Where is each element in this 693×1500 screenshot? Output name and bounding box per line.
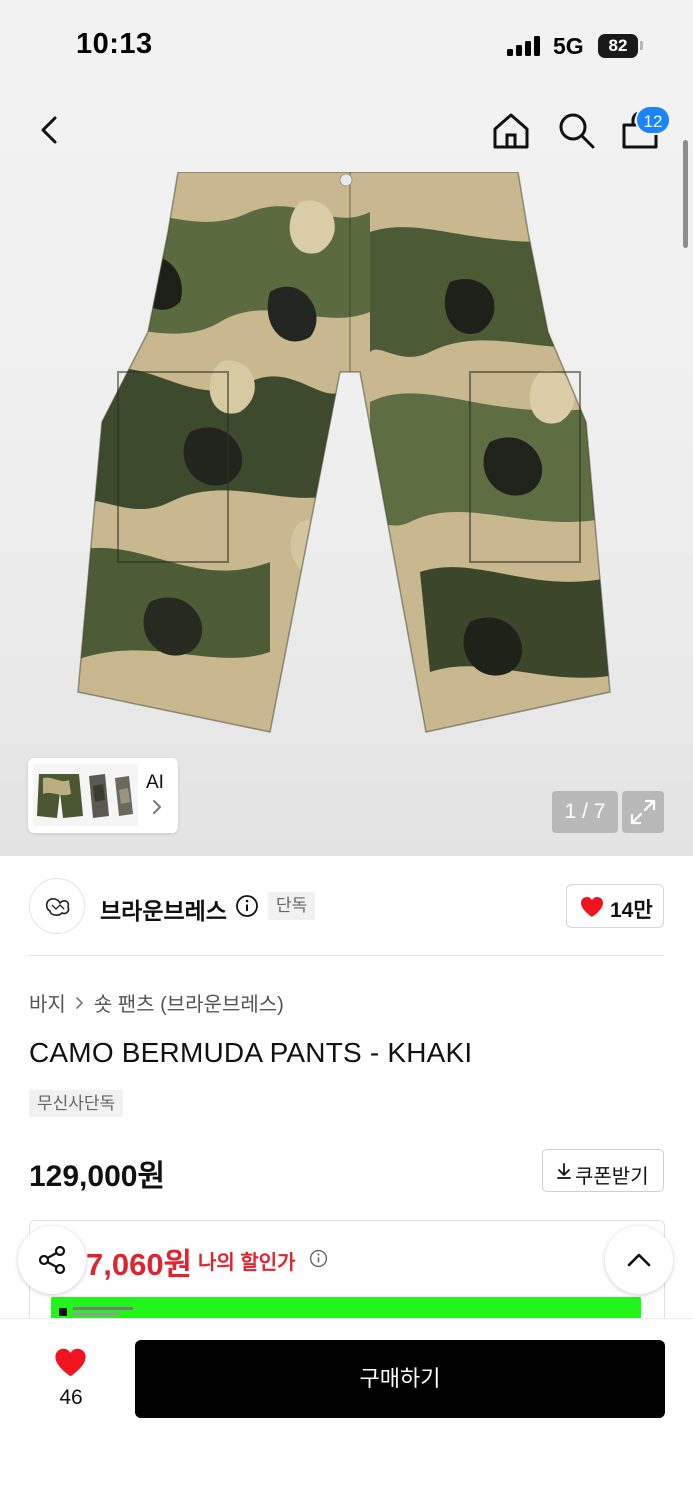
buy-button[interactable]: 구매하기 xyxy=(135,1340,665,1418)
info-icon[interactable] xyxy=(235,894,259,918)
heart-icon xyxy=(581,897,603,917)
signal-icon xyxy=(507,36,543,56)
home-icon[interactable] xyxy=(490,110,532,152)
banner-graphic xyxy=(59,1307,133,1316)
status-time: 10:13 xyxy=(76,28,153,60)
chevron-right-icon xyxy=(153,800,161,814)
breadcrumb-category[interactable]: 바지 xyxy=(29,988,66,1017)
chevron-right-icon xyxy=(76,996,83,1009)
exclusive-tag: 무신사단독 xyxy=(29,1090,124,1117)
ai-thumbnail-card[interactable]: AI xyxy=(28,758,178,833)
download-icon xyxy=(557,1163,571,1179)
expand-icon[interactable] xyxy=(622,791,664,833)
breadcrumb: 바지 숏 팬츠 (브라운브레스) xyxy=(29,988,284,1017)
brand-name[interactable]: 브라운브레스 xyxy=(100,892,227,926)
product-gallery[interactable]: 12 AI 1 / 7 xyxy=(0,90,693,856)
thumbnail-image xyxy=(33,764,138,826)
brand-like-count: 14만 xyxy=(610,899,653,922)
heart-icon xyxy=(55,1348,86,1377)
search-icon[interactable] xyxy=(556,110,596,150)
my-discount-price: 7,060원 xyxy=(86,1247,193,1282)
brand-logo[interactable] xyxy=(29,878,85,934)
brand-like-button[interactable]: 14만 xyxy=(566,884,664,928)
scrollbar[interactable] xyxy=(683,140,688,248)
battery-icon: 82 xyxy=(598,34,638,58)
battery-tip xyxy=(640,41,643,50)
chevron-up-icon[interactable] xyxy=(605,1226,673,1294)
coupon-label: 쿠폰받기 xyxy=(575,1166,649,1188)
info-icon[interactable] xyxy=(309,1249,328,1268)
wishlist-button[interactable]: 46 xyxy=(40,1342,102,1414)
network-type: 5G xyxy=(553,33,584,59)
divider xyxy=(29,955,664,956)
my-discount-label: 나의 할인가 xyxy=(198,1252,296,1274)
status-bar: 10:13 5G 82 xyxy=(0,0,693,90)
ai-label: AI xyxy=(146,772,164,793)
product-image xyxy=(77,172,611,733)
exclusive-badge: 단독 xyxy=(268,892,316,920)
wishlist-count: 46 xyxy=(59,1386,83,1409)
chevron-left-icon[interactable] xyxy=(30,110,70,150)
page-indicator: 1 / 7 xyxy=(552,791,618,833)
breadcrumb-subcategory[interactable]: 숏 팬츠 (브라운브레스) xyxy=(94,988,284,1017)
share-icon[interactable] xyxy=(18,1226,86,1294)
cart-count-badge: 12 xyxy=(635,105,671,135)
product-title: CAMO BERMUDA PANTS - KHAKI xyxy=(29,1037,473,1068)
product-price: 129,000원 xyxy=(29,1160,166,1193)
coupon-button[interactable]: 쿠폰받기 xyxy=(542,1149,664,1192)
